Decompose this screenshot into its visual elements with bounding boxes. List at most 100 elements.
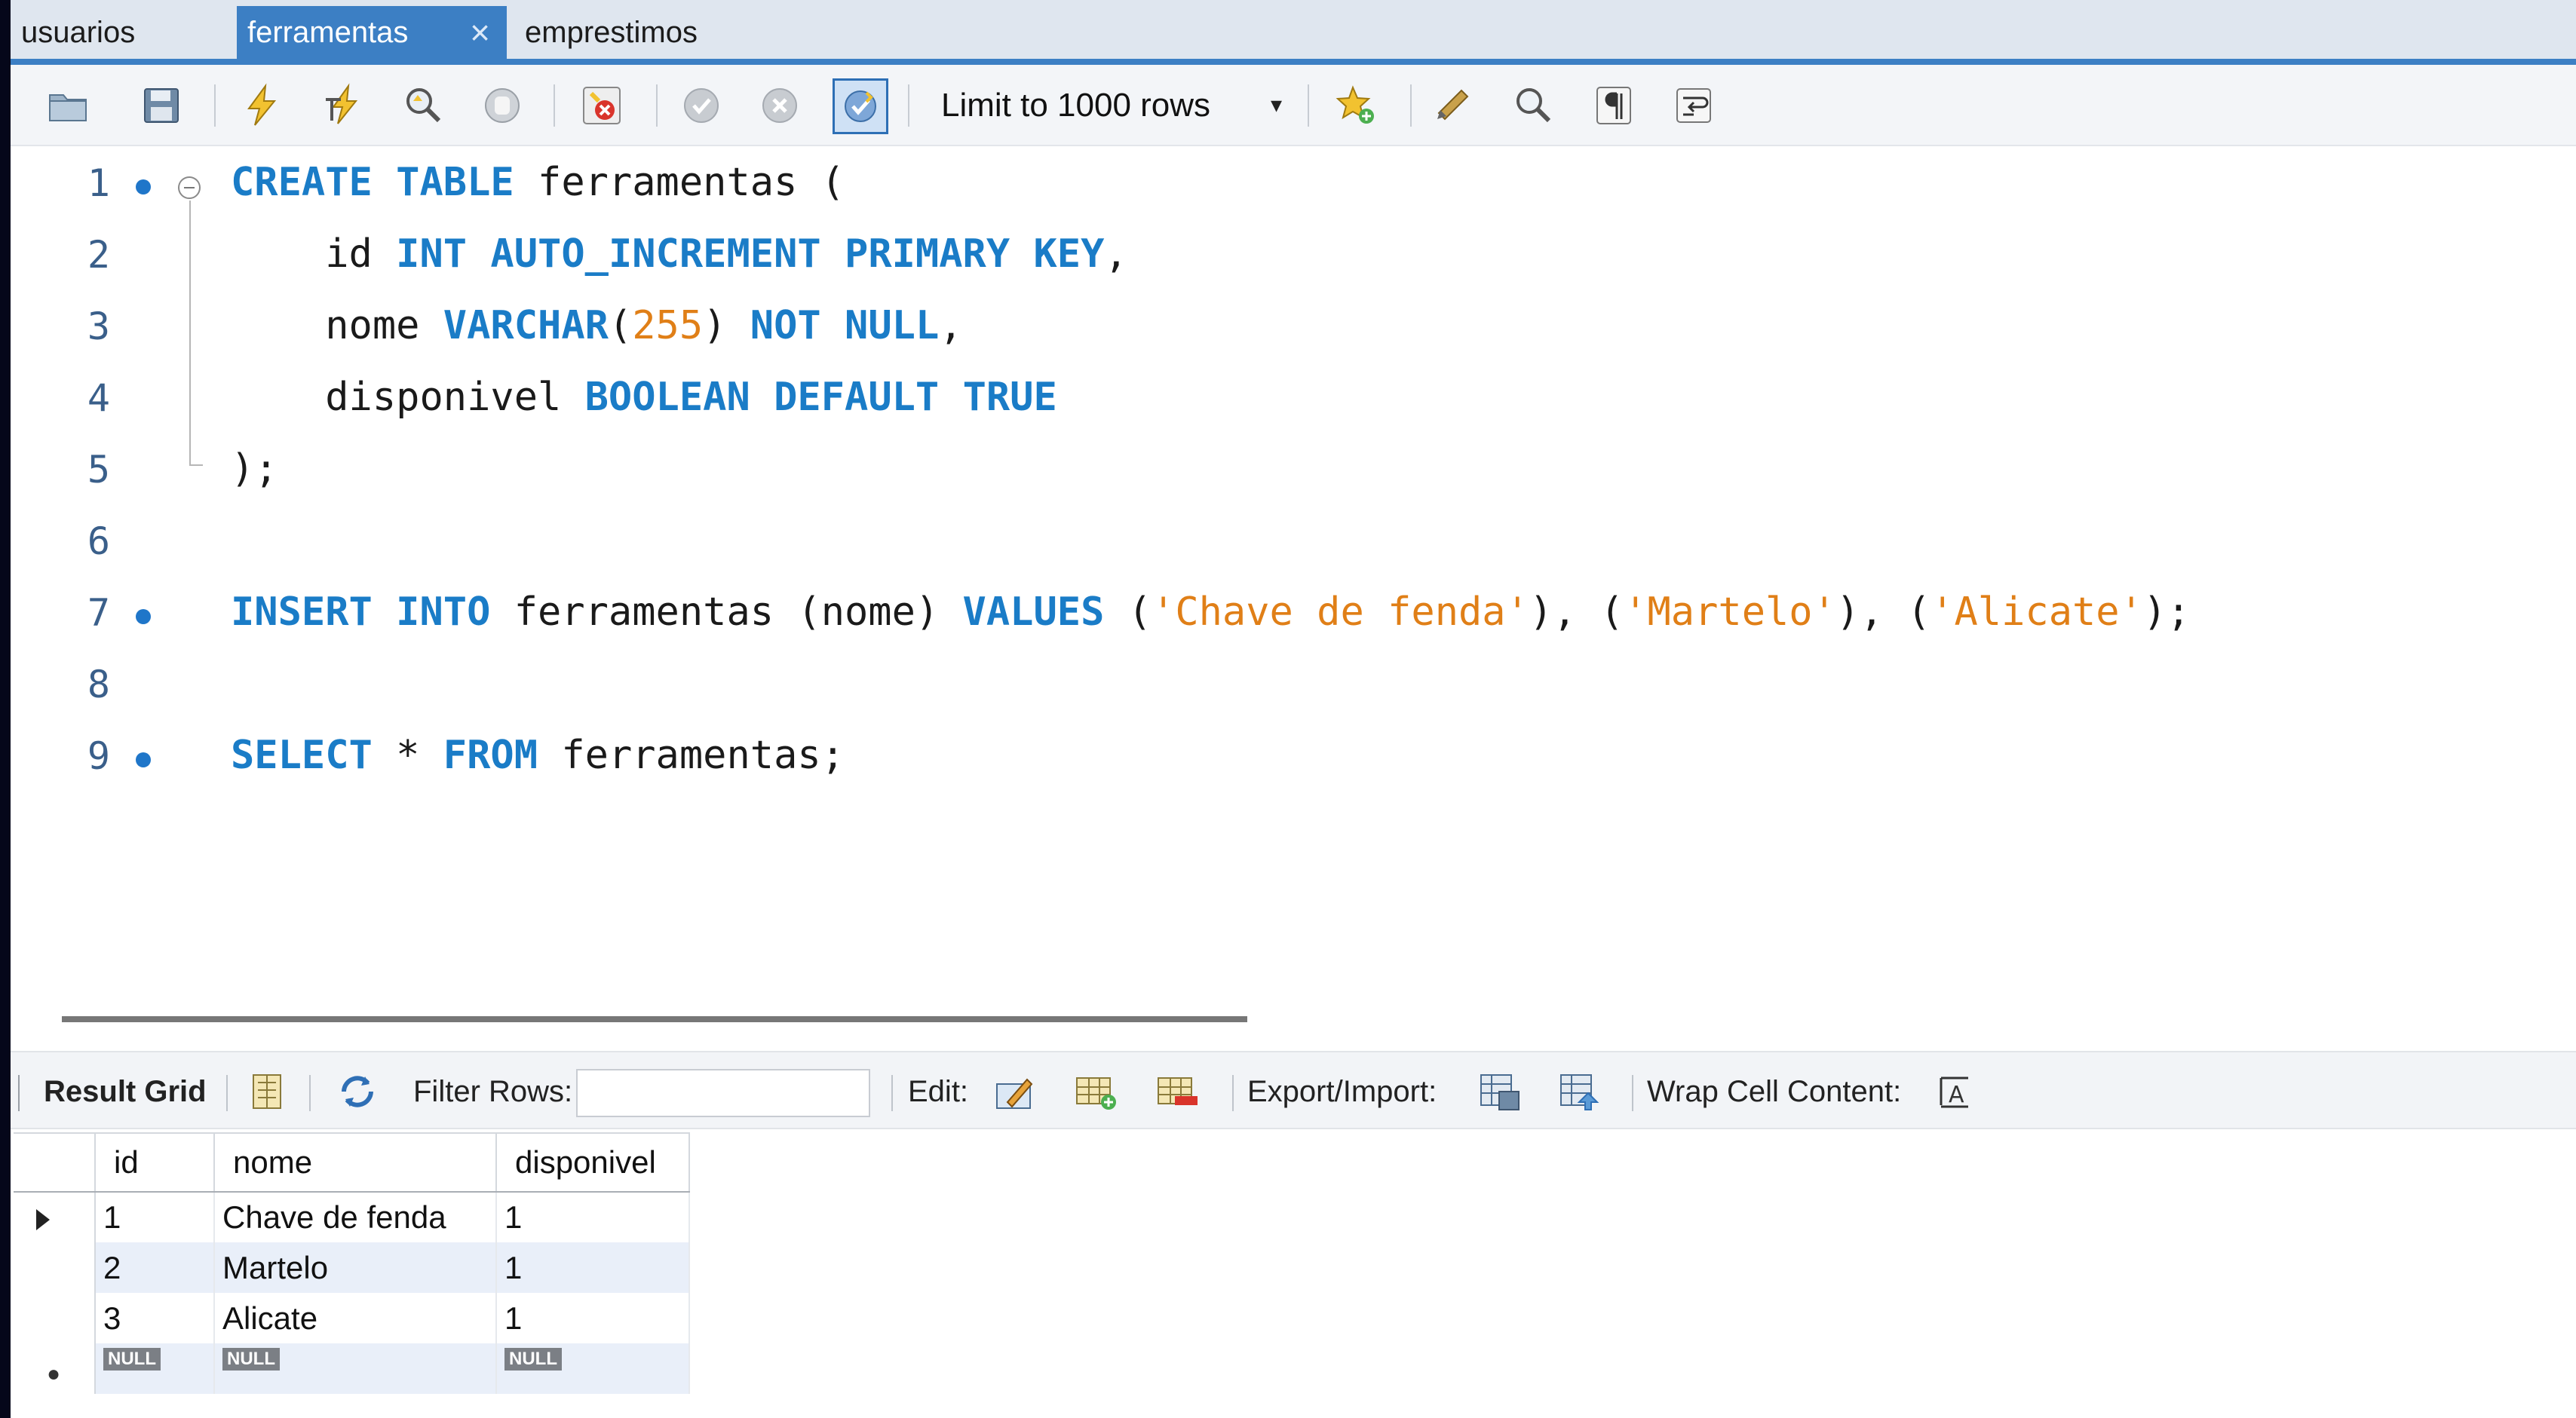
find-icon[interactable]: [1508, 81, 1556, 130]
line-number: 2: [87, 233, 110, 277]
code-line-3: nome VARCHAR(255) NOT NULL,: [325, 303, 963, 348]
null-badge: NULL: [222, 1348, 280, 1371]
cell-disponivel[interactable]: NULL: [496, 1343, 690, 1394]
code-line-2: id INT AUTO_INCREMENT PRIMARY KEY,: [325, 231, 1128, 277]
table-row[interactable]: 3 Alicate 1: [14, 1293, 690, 1343]
chevron-down-icon: ▾: [1270, 93, 1282, 118]
filter-rows-label: Filter Rows:: [413, 1075, 573, 1108]
tab-usuarios[interactable]: usuarios: [11, 6, 229, 59]
row-header[interactable]: [14, 1242, 96, 1293]
tab-label: emprestimos: [525, 16, 698, 49]
row-header-corner: [14, 1132, 96, 1193]
import-icon[interactable]: [1556, 1069, 1602, 1114]
line-number: 1: [87, 161, 110, 205]
row-header[interactable]: [14, 1192, 96, 1242]
execute-icon[interactable]: [238, 81, 287, 130]
query-tab-bar: usuarios ferramentas × emprestimos: [11, 0, 2576, 65]
table-row[interactable]: 2 Martelo 1: [14, 1242, 690, 1293]
line-number: 4: [87, 376, 110, 420]
delete-row-icon[interactable]: [1155, 1069, 1201, 1114]
sql-editor-toolbar: Limit to 1000 rows ▾: [11, 65, 2576, 146]
autocommit-icon[interactable]: [833, 78, 888, 134]
result-table: id nome disponivel 1 Chave de fenda 1 2 …: [14, 1132, 690, 1394]
explain-icon[interactable]: [398, 81, 446, 130]
fold-guide: [189, 201, 191, 464]
new-row[interactable]: ● NULL NULL NULL: [14, 1343, 690, 1394]
code-line-7: INSERT INTO ferramentas (nome) VALUES ('…: [231, 590, 2191, 635]
editor-horizontal-scrollbar[interactable]: [11, 994, 2576, 1051]
cell-nome[interactable]: NULL: [214, 1343, 497, 1394]
fold-guide-end: [189, 464, 203, 466]
fold-toggle-icon[interactable]: [178, 176, 201, 199]
line-number: 8: [87, 663, 110, 706]
row-limit-select[interactable]: Limit to 1000 rows ▾: [923, 77, 1293, 134]
cell-disponivel[interactable]: 1: [496, 1293, 690, 1343]
cell-id[interactable]: NULL: [95, 1343, 215, 1394]
refresh-icon[interactable]: [335, 1069, 380, 1114]
table-row[interactable]: 1 Chave de fenda 1: [14, 1192, 690, 1242]
wrap-icon[interactable]: [1670, 81, 1718, 130]
filter-rows-input[interactable]: [576, 1069, 870, 1117]
line-number: 6: [87, 519, 110, 563]
invisible-chars-icon[interactable]: [1590, 81, 1638, 130]
row-header[interactable]: ●: [14, 1343, 96, 1394]
statement-marker-icon: [136, 179, 151, 194]
commit-icon[interactable]: [677, 81, 725, 130]
form-view-icon[interactable]: [244, 1069, 290, 1114]
rollback-icon[interactable]: [756, 81, 804, 130]
code-line-9: SELECT * FROM ferramentas;: [231, 733, 845, 778]
tab-ferramentas[interactable]: ferramentas ×: [237, 6, 507, 59]
line-number: 5: [87, 448, 110, 492]
column-header-disponivel[interactable]: disponivel: [496, 1132, 690, 1193]
tab-close-icon[interactable]: ×: [470, 6, 490, 59]
statement-marker-icon: [136, 752, 151, 767]
row-header[interactable]: [14, 1293, 96, 1343]
scrollbar-thumb[interactable]: [62, 1016, 1247, 1022]
mysql-workbench-window: usuarios ferramentas × emprestimos Limit…: [11, 0, 2576, 1418]
cell-disponivel[interactable]: 1: [496, 1242, 690, 1293]
add-snippet-icon[interactable]: [1332, 81, 1380, 130]
cell-nome[interactable]: Martelo: [214, 1242, 497, 1293]
export-icon[interactable]: [1477, 1069, 1522, 1114]
stop-on-error-icon[interactable]: [578, 81, 626, 130]
line-number: 3: [87, 305, 110, 348]
null-badge: NULL: [504, 1348, 562, 1371]
line-number: 7: [87, 591, 110, 635]
open-folder-icon[interactable]: [44, 81, 92, 130]
edit-row-icon[interactable]: [992, 1069, 1038, 1114]
line-number: 9: [87, 734, 110, 778]
code-line-4: disponivel BOOLEAN DEFAULT TRUE: [325, 375, 1057, 420]
tab-label: ferramentas: [247, 16, 409, 49]
svg-text:A: A: [1949, 1082, 1964, 1108]
sql-editor[interactable]: 1 2 3 4 5 6 7 8 9 CREATE TABLE ferrament…: [11, 146, 2576, 994]
code-line-1: CREATE TABLE ferramentas (: [231, 160, 845, 205]
cell-id[interactable]: 2: [95, 1242, 215, 1293]
export-import-label: Export/Import:: [1247, 1075, 1437, 1108]
cell-id[interactable]: 1: [95, 1192, 215, 1242]
current-row-arrow-icon: [36, 1209, 50, 1230]
cell-disponivel[interactable]: 1: [496, 1192, 690, 1242]
wrap-cell-content-icon[interactable]: A: [1932, 1069, 1977, 1114]
save-icon[interactable]: [137, 81, 186, 130]
insert-row-icon[interactable]: [1074, 1069, 1119, 1114]
code-line-5: );: [231, 446, 278, 492]
stop-icon[interactable]: [478, 81, 526, 130]
tab-label: usuarios: [21, 16, 136, 49]
result-grid-tab[interactable]: Result Grid: [44, 1052, 207, 1131]
beautify-icon[interactable]: [1430, 81, 1478, 130]
tab-emprestimos[interactable]: emprestimos: [514, 6, 741, 59]
result-grid[interactable]: id nome disponivel 1 Chave de fenda 1 2 …: [11, 1129, 2576, 1418]
execute-current-icon[interactable]: [320, 81, 368, 130]
edit-label: Edit:: [908, 1075, 969, 1108]
column-header-id[interactable]: id: [95, 1132, 215, 1193]
row-limit-value: Limit to 1000 rows: [941, 87, 1211, 124]
null-badge: NULL: [103, 1348, 161, 1371]
new-row-marker-icon: ●: [47, 1361, 61, 1386]
cell-nome[interactable]: Chave de fenda: [214, 1192, 497, 1242]
wrap-cell-content-label: Wrap Cell Content:: [1647, 1075, 1902, 1108]
column-header-nome[interactable]: nome: [214, 1132, 497, 1193]
statement-marker-icon: [136, 609, 151, 624]
cell-id[interactable]: 3: [95, 1293, 215, 1343]
cell-nome[interactable]: Alicate: [214, 1293, 497, 1343]
result-toolbar: Result Grid Filter Rows: Edit: Export/Im…: [11, 1051, 2576, 1129]
